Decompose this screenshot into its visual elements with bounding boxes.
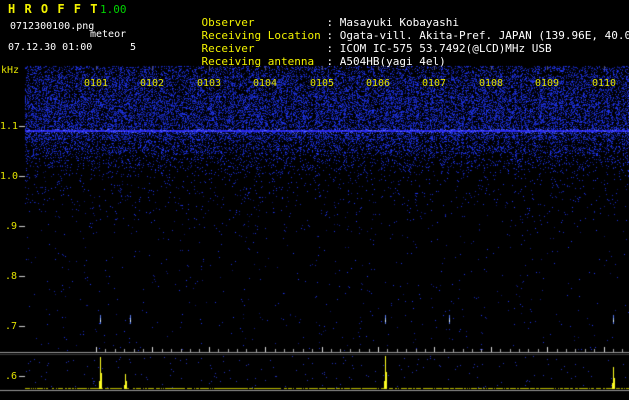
- y-tick-label: 1.0: [0, 171, 17, 182]
- x-tick-label: 0104: [245, 78, 285, 89]
- info-row-antenna: Receiving antenna: A504HB(yagi 4el): [175, 42, 446, 81]
- y-tick-label: .7: [0, 321, 17, 332]
- y-axis-unit-label: kHz: [1, 66, 19, 76]
- x-tick-label: 0106: [358, 78, 398, 89]
- hrofft-screenshot: H R O F F T 1.00 0712300100.png meteor 0…: [0, 0, 629, 400]
- x-tick-label: 0108: [471, 78, 511, 89]
- app-title: H R O F F T: [8, 3, 98, 15]
- y-tick-label: 1.1: [0, 121, 17, 132]
- x-tick-label: 0101: [76, 78, 116, 89]
- x-tick-label: 0102: [132, 78, 172, 89]
- x-tick-label: 0109: [527, 78, 567, 89]
- x-tick-label: 0110: [584, 78, 624, 89]
- x-tick-label: 0103: [189, 78, 229, 89]
- y-tick-label: .9: [0, 221, 17, 232]
- x-tick-label: 0105: [302, 78, 342, 89]
- info-value: A504HB(yagi 4el): [333, 55, 446, 68]
- y-tick-label: .6: [0, 371, 17, 382]
- info-label: Receiving antenna: [202, 55, 327, 68]
- filename: 0712300100.png: [10, 22, 94, 32]
- timestamp: 07.12.30 01:00: [8, 43, 92, 53]
- app-version: 1.00: [100, 4, 127, 15]
- meteor-count: 5: [130, 43, 136, 53]
- y-tick-label: .8: [0, 271, 17, 282]
- x-tick-label: 0107: [414, 78, 454, 89]
- mode-label: meteor: [90, 30, 126, 40]
